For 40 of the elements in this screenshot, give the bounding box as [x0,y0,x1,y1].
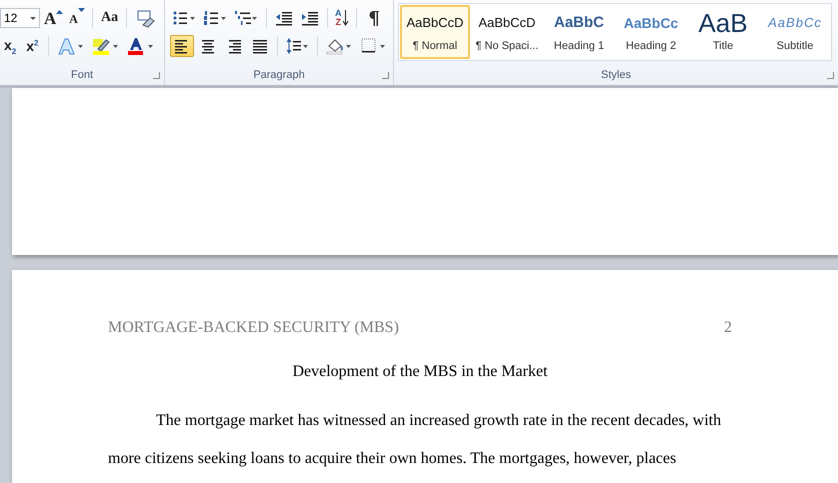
dialog-launcher-icon[interactable] [382,72,389,79]
superscript-button[interactable]: x$^{2}$ [22,37,42,55]
style-item[interactable]: AaBbC Heading 1 [544,5,614,59]
subscript-button[interactable]: x$_{2}$ [0,36,20,56]
group-label: Paragraph [252,69,306,81]
style-preview: AaBbC [554,13,604,33]
shrink-font-button[interactable]: A [67,6,87,30]
style-preview: AaBbCc [768,14,822,32]
style-item[interactable]: AaBbCc Heading 2 [616,5,686,59]
font-size-field[interactable]: 12 [0,8,40,28]
style-name: ¶ No Spaci... [476,40,538,52]
down-arrow-icon [342,9,348,27]
style-preview: AaBbCcD [478,14,536,32]
triangle-down-icon [78,7,85,13]
style-item[interactable]: AaBbCcD ¶ Normal [400,5,470,59]
group-label: Styles [600,69,632,81]
triangle-up-icon [56,8,64,14]
style-name: Title [712,40,734,52]
style-name: Subtitle [776,40,814,52]
style-preview: AaBbCcD [406,14,464,32]
style-preview: AaB [698,12,748,34]
running-head: MORTGAGE-BACKED SECURITY (MBS) [108,318,399,338]
style-name: Heading 2 [626,40,676,52]
page-number: 2 [724,318,732,338]
style-name: Heading 1 [554,40,604,52]
style-item[interactable]: AaBbCcD ¶ No Spaci... [472,5,542,59]
group-label: Font [70,69,94,81]
document-heading: Development of the MBS in the Market [291,362,549,382]
style-item[interactable]: AaB Title [688,5,758,59]
align-left-icon[interactable] [170,35,194,57]
grow-font-button[interactable]: A [42,8,66,28]
style-name: ¶ Normal [412,40,458,52]
style-preview: AaBbCc [624,14,678,33]
change-case-button[interactable]: Aa [98,9,122,27]
sort-button[interactable]: A Z [333,9,350,27]
style-item[interactable]: AaBbCc Subtitle [760,5,830,59]
dialog-launcher-icon[interactable] [827,72,834,79]
dialog-launcher-icon[interactable] [153,72,160,79]
body-paragraph: The mortgage market has witnessed an increased growth rate in the recent decades, with more citizens seeking loans to acquire their own homes. The mortgages, however, places [108,411,722,469]
dropdown-arrow-icon[interactable] [30,16,36,20]
